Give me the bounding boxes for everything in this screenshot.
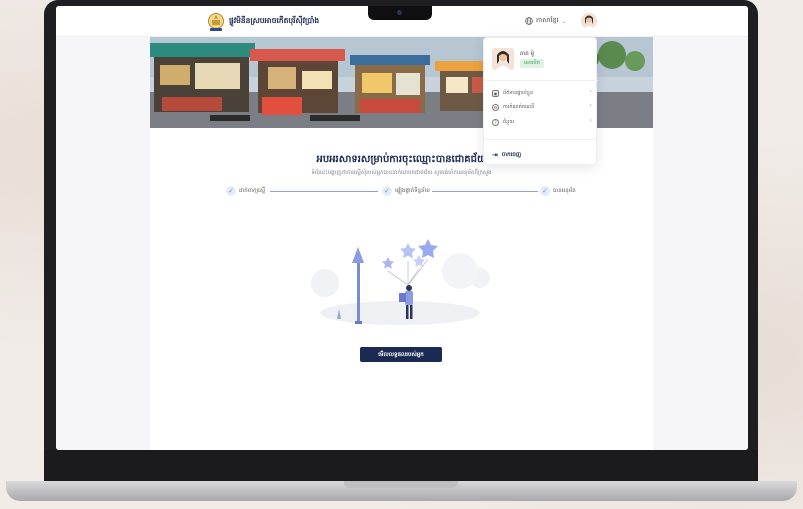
help-icon: ? xyxy=(492,118,499,126)
chevron-right-icon: › xyxy=(589,117,592,124)
logout-button[interactable]: ⇥ ចាកចេញ xyxy=(492,151,521,159)
camera-notch xyxy=(368,6,432,20)
logout-label: ចាកចេញ xyxy=(501,152,522,158)
check-icon: ✓ xyxy=(382,186,392,196)
logout-icon: ⇥ xyxy=(492,151,498,159)
left-margin xyxy=(56,37,150,450)
avatar-photo-icon xyxy=(492,48,514,70)
menu-item-settings[interactable]: ⚙ ការកំណត់គណនី › xyxy=(492,102,592,112)
step-3: ✓ បានអនុម័ត xyxy=(540,186,576,196)
globe-icon xyxy=(525,17,533,25)
menu-item-help[interactable]: ? ជំនួយ › xyxy=(492,117,592,127)
status-badge: អេចរមិត xyxy=(520,59,544,68)
chevron-right-icon: › xyxy=(589,88,592,95)
step-label: ដាក់ពាក្យស្នើ xyxy=(239,188,266,194)
language-label: ភាសាខ្មែរ xyxy=(536,16,559,24)
menu-item-label: ការកំណត់គណនី xyxy=(503,103,535,110)
divider xyxy=(484,139,598,140)
laptop-base-lip xyxy=(344,481,458,488)
camera-icon xyxy=(397,10,402,15)
view-results-button[interactable]: មើលលទ្ធផលរបស់អ្នក xyxy=(360,347,442,362)
menu-item-label: ព័ត៌មានផ្ទាល់ខ្លួន xyxy=(503,89,534,96)
step-label: ផ្ទៀងផ្ទាត់ទិន្នន័យ xyxy=(395,188,430,194)
user-dropdown-menu: ភាព ម៉ូ អេចរមិត ▣ ព័ត៌មានផ្ទាល់ខ្លួន › ⚙… xyxy=(483,37,598,165)
screen: ផ្លូវមិនីនស្របអាចកើតបុរីស៊ីវប្រាំង ភាសាខ… xyxy=(56,6,748,450)
menu-item-profile[interactable]: ▣ ព័ត៌មានផ្ទាល់ខ្លួន › xyxy=(492,88,592,98)
language-selector[interactable]: ភាសាខ្មែរ ⌄ xyxy=(525,16,567,26)
brand-name: ផ្លូវមិនីនស្របអាចកើតបុរីស៊ីវប្រាំង xyxy=(229,16,320,25)
dropdown-avatar xyxy=(492,48,514,70)
profile-icon: ▣ xyxy=(492,89,499,97)
check-icon: ✓ xyxy=(540,186,550,196)
avatar-photo-icon xyxy=(581,13,597,29)
settings-icon: ⚙ xyxy=(492,103,499,111)
menu-item-label: ជំនួយ xyxy=(503,118,515,125)
progress-steps: ✓ ដាក់ពាក្យស្នើ ✓ ផ្ទៀងផ្ទាត់ទិន្នន័យ ✓ … xyxy=(226,186,586,200)
step-connector xyxy=(432,191,538,192)
chevron-down-icon: ⌄ xyxy=(561,17,567,25)
success-illustration xyxy=(311,239,490,325)
ministry-logo-icon[interactable] xyxy=(207,12,225,32)
divider xyxy=(484,80,598,81)
user-avatar[interactable] xyxy=(581,13,597,29)
chevron-right-icon: › xyxy=(589,102,592,109)
step-label: បានអនុម័ត xyxy=(553,188,576,194)
right-margin xyxy=(653,37,748,450)
step-1: ✓ ដាក់ពាក្យស្នើ xyxy=(226,186,265,196)
user-name: ភាព ម៉ូ xyxy=(520,51,534,57)
check-icon: ✓ xyxy=(226,186,236,196)
step-connector xyxy=(270,191,378,192)
laptop-chin xyxy=(44,450,758,481)
step-2: ✓ ផ្ទៀងផ្ទាត់ទិន្នន័យ xyxy=(382,186,430,196)
page-subtitle: ទំព័រនេះបង្ហាញថាការស្នើសុំរបស់អ្នកបានដាក… xyxy=(311,170,492,176)
